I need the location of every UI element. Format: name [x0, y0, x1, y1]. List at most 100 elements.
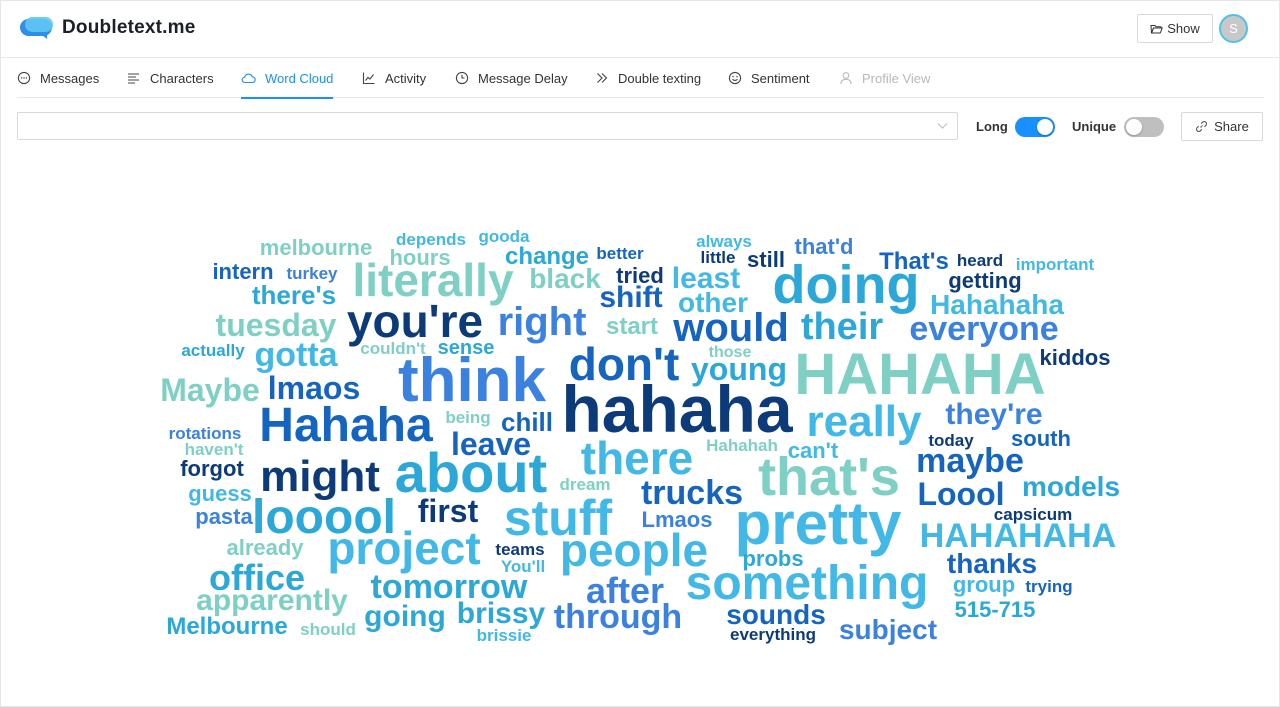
- cloud-word: after: [585, 570, 665, 611]
- cloud-word: guess: [188, 481, 252, 506]
- long-toggle[interactable]: [1015, 117, 1055, 137]
- cloud-word: trying: [1025, 577, 1073, 596]
- show-button[interactable]: Show: [1137, 14, 1213, 43]
- tab-word-cloud[interactable]: Word Cloud: [241, 58, 334, 99]
- cloud-word: already: [226, 535, 304, 560]
- cloud-word: models: [1021, 471, 1121, 502]
- cloud-word: teams: [495, 540, 545, 559]
- cloud-word: first: [417, 493, 479, 529]
- cloud-word: hours: [389, 245, 451, 270]
- cloud-word: You'll: [500, 557, 546, 576]
- cloud-word: intern: [212, 259, 274, 284]
- cloud-word: being: [445, 408, 491, 427]
- cloud-word: trucks: [640, 474, 744, 512]
- cloud-word: Loool: [917, 476, 1005, 512]
- cloud-word: tried: [616, 263, 664, 288]
- cloud-word: getting: [948, 268, 1022, 293]
- cloud-word: important: [1015, 255, 1095, 274]
- cloud-word: heard: [956, 251, 1004, 270]
- tab-label: Double texting: [618, 70, 702, 86]
- chevron-down-icon: [937, 123, 948, 129]
- cloud-word: probs: [742, 546, 804, 571]
- word-cloud: hahaha think HAHAHA pretty about that's …: [0, 150, 1280, 700]
- cloud-word: other: [678, 287, 748, 318]
- tab-characters[interactable]: Characters: [127, 58, 214, 98]
- cloud-word: tuesday: [215, 307, 337, 343]
- cloud-word: kiddos: [1039, 345, 1111, 370]
- cloud-word: going: [364, 600, 446, 633]
- cloud-word: Hahaha: [259, 399, 433, 452]
- tab-profile-view[interactable]: Profile View: [839, 58, 930, 98]
- tab-message-delay[interactable]: Message Delay: [455, 58, 568, 98]
- cloud-word: Lmaos: [641, 507, 713, 532]
- double-chevron-right-icon: [597, 73, 608, 83]
- cloud-word: pasta: [195, 504, 253, 529]
- tab-label: Activity: [385, 70, 427, 86]
- message-circle-icon: [17, 71, 31, 85]
- cloud-word: subject: [838, 614, 938, 645]
- cloud-word: dream: [559, 475, 611, 494]
- clock-icon: [455, 71, 469, 85]
- avatar-initial: S: [1229, 21, 1238, 36]
- cloud-word: still: [747, 247, 785, 272]
- cloud-word: 515-715: [954, 597, 1036, 622]
- cloud-word: chill: [500, 407, 554, 437]
- chat-select[interactable]: [17, 112, 958, 140]
- cloud-word: those: [708, 344, 752, 361]
- cloud-word: That's: [879, 248, 949, 275]
- text-align-left-icon: [128, 73, 139, 84]
- share-button[interactable]: Share: [1181, 112, 1263, 141]
- analysis-tabs: Messages Characters Word Cloud Activity …: [17, 58, 1264, 99]
- cloud-word: south: [1011, 426, 1071, 451]
- folder-open-icon: [1150, 24, 1164, 33]
- cloud-word: change: [504, 243, 590, 270]
- unique-toggle-label: Unique: [1072, 119, 1117, 134]
- tab-sentiment[interactable]: Sentiment: [728, 58, 810, 98]
- cloud-word: little: [700, 248, 736, 267]
- tab-label: Message Delay: [478, 70, 568, 86]
- cloud-word: sense: [437, 337, 495, 359]
- tab-messages[interactable]: Messages: [17, 58, 99, 98]
- cloud-word: melbourne: [259, 235, 373, 260]
- cloud-word: their: [800, 306, 884, 348]
- line-chart-icon: [362, 72, 375, 85]
- cloud-word: brissy: [456, 597, 546, 630]
- avatar[interactable]: S: [1219, 14, 1248, 43]
- unique-toggle[interactable]: [1124, 117, 1164, 137]
- cloud-word: Hahahaha: [930, 289, 1064, 320]
- cloud-word: group: [952, 572, 1016, 597]
- cloud-word: capsicum: [993, 505, 1073, 524]
- cloud-word: might: [260, 452, 380, 501]
- tab-label: Profile View: [862, 70, 931, 86]
- cloud-word: lmaos: [267, 370, 361, 406]
- tab-label: Messages: [40, 70, 100, 86]
- cloud-word: Maybe: [160, 372, 260, 408]
- cloud-icon: [241, 73, 256, 84]
- top-header: Doubletext.me Show S: [0, 0, 1280, 58]
- cloud-word: right: [497, 300, 587, 344]
- tab-double-texting[interactable]: Double texting: [595, 58, 701, 98]
- cloud-word: should: [300, 620, 356, 639]
- tab-label: Word Cloud: [265, 70, 334, 86]
- cloud-word: can't: [787, 438, 839, 463]
- smile-icon: [728, 71, 742, 85]
- tab-label: Characters: [150, 70, 214, 86]
- cloud-word: gooda: [478, 227, 530, 246]
- cloud-word: gotta: [254, 336, 338, 374]
- cloud-word: HAHAHA: [794, 342, 1046, 407]
- user-icon: [840, 72, 852, 85]
- tab-activity[interactable]: Activity: [362, 58, 426, 98]
- cloud-word: don't: [568, 338, 680, 390]
- cloud-word: better: [596, 244, 644, 263]
- logo[interactable]: Doubletext.me: [20, 17, 196, 39]
- cloud-word: today: [928, 431, 974, 450]
- cloud-word: forgot: [180, 456, 244, 481]
- cloud-word: turkey: [286, 264, 338, 283]
- long-toggle-label: Long: [976, 119, 1008, 134]
- link-icon: [1196, 121, 1208, 132]
- cloud-word: Melbourne: [166, 613, 288, 640]
- cloud-word: start: [605, 313, 659, 340]
- cloud-word: everything: [730, 625, 816, 644]
- chat-bubble-logo-icon: [20, 17, 53, 39]
- cloud-word: haven't: [184, 440, 244, 459]
